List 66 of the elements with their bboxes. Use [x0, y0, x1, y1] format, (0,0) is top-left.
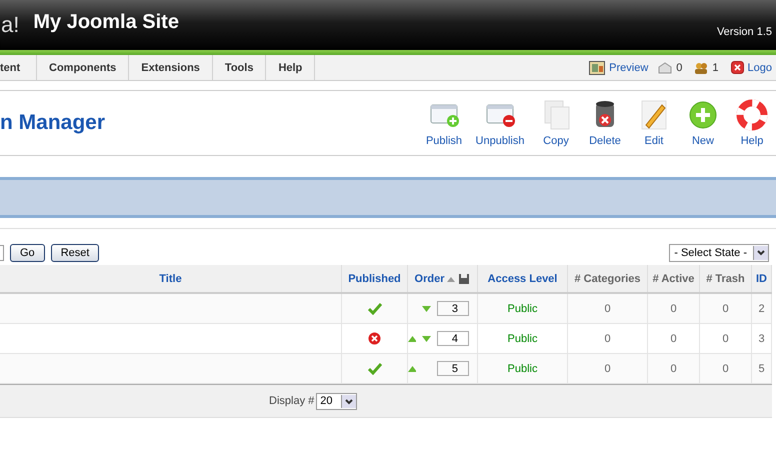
lifebuoy-icon — [736, 99, 768, 131]
checkmark-icon[interactable] — [368, 362, 382, 374]
table-cell: 3 — [758, 332, 765, 344]
toolbar-button[interactable]: Edit — [630, 99, 678, 147]
logout-icon[interactable] — [730, 61, 744, 74]
table-cell: 0 — [670, 362, 677, 374]
search-field[interactable] — [0, 245, 4, 261]
move-down-icon[interactable] — [422, 336, 431, 342]
move-up-icon[interactable] — [408, 336, 416, 342]
display-select[interactable]: 20 — [316, 392, 356, 410]
column-header[interactable]: ID — [752, 265, 772, 292]
table-cell: 0 — [604, 362, 611, 374]
cross-circle-icon[interactable] — [368, 332, 381, 345]
order-field[interactable]: 3 — [436, 301, 469, 316]
toolbar-button[interactable]: Copy — [532, 99, 580, 147]
table-cell: 0 — [722, 332, 729, 344]
order-field[interactable]: 5 — [436, 361, 469, 376]
column-header: # Categories — [568, 265, 648, 292]
toolbar-button[interactable]: Delete — [581, 99, 629, 147]
page-title: n Manager — [0, 111, 106, 135]
move-up-icon[interactable] — [408, 366, 416, 372]
table-cell: 5 — [758, 362, 765, 374]
menu-item[interactable]: Help — [266, 55, 316, 80]
column-header[interactable]: Title — [0, 265, 342, 292]
menu-item[interactable]: Extensions — [129, 55, 213, 80]
column-header[interactable]: Order — [408, 265, 478, 292]
table-cell: 0 — [604, 302, 611, 314]
save-order-icon[interactable] — [458, 272, 470, 284]
sort-up-icon — [447, 276, 456, 282]
go-button[interactable]: Go — [10, 244, 45, 262]
preview-link[interactable]: Preview — [609, 62, 648, 74]
logout-link[interactable]: Logo — [748, 62, 772, 74]
column-header: # Trash — [700, 265, 752, 292]
table-cell: 0 — [670, 302, 677, 314]
user-count: 1 — [712, 62, 719, 74]
toolbar-button[interactable]: New — [679, 99, 727, 147]
move-down-icon[interactable] — [422, 306, 431, 312]
column-header[interactable]: Access Level — [478, 265, 568, 292]
reset-button[interactable]: Reset — [50, 244, 100, 262]
access-level: Public — [508, 332, 538, 344]
toolbar-button[interactable]: Unpublish — [469, 99, 531, 147]
preview-icon[interactable] — [589, 60, 606, 74]
access-level: Public — [508, 302, 538, 314]
order-field[interactable]: 4 — [436, 331, 469, 346]
column-header: # Active — [648, 265, 700, 292]
plus-circle-icon — [687, 99, 719, 131]
users-icon[interactable] — [694, 62, 708, 74]
table-cell: 0 — [722, 302, 729, 314]
menu-item[interactable]: Tools — [212, 55, 266, 80]
version-text: Version 1.5 — [716, 26, 772, 38]
table-cell: 0 — [604, 332, 611, 344]
toolbar-button[interactable]: Help — [728, 99, 776, 147]
table-cell: 0 — [722, 362, 729, 374]
menu-item[interactable]: tent — [0, 55, 37, 80]
state-select[interactable]: - Select State - — [669, 244, 769, 262]
table-cell: 2 — [758, 302, 765, 314]
table-cell: 0 — [670, 332, 677, 344]
logo-text: a! — [1, 12, 20, 38]
toolbar-button[interactable]: Publish — [420, 99, 468, 147]
message-count[interactable]: 0 — [676, 62, 682, 74]
checkmark-icon[interactable] — [368, 302, 382, 314]
display-label: Display # — [269, 395, 314, 407]
site-title: My Joomla Site — [33, 10, 179, 34]
column-header[interactable]: Published — [342, 265, 408, 292]
menu-item[interactable]: Components — [37, 55, 130, 80]
access-level: Public — [508, 362, 538, 374]
